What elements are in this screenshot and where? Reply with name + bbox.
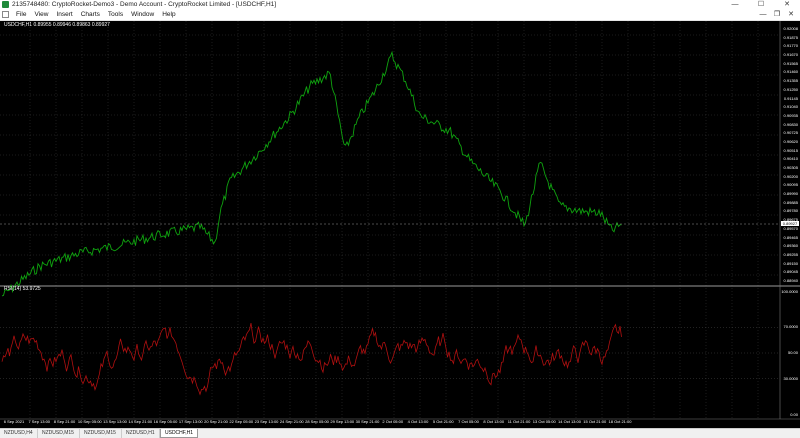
current-price-marker: 0.89927: [781, 221, 799, 226]
rsi-tick-label: 0.00: [790, 412, 798, 417]
price-tick-label: 0.91670: [783, 52, 798, 58]
time-tick-label: 30 Sep 21:00: [355, 419, 380, 424]
time-tick-label: 7 Sep 13:00: [28, 419, 51, 424]
time-tick-label: 2 Oct 05:00: [382, 419, 404, 424]
time-tick-label: 18 Oct 21:00: [608, 419, 632, 424]
time-tick-label: 13 Sep 13:00: [103, 419, 127, 424]
price-tick-label: 0.90095: [783, 182, 798, 188]
chart-window[interactable]: USDCHF,H1 0.89955 0.89946 0.89863 0.8992…: [0, 21, 800, 428]
price-series-line: [1, 50, 622, 297]
time-tick-label: 10 Sep 05:00: [77, 419, 102, 424]
price-tick-label: 0.91460: [783, 69, 798, 75]
price-tick-label: 0.89045: [783, 269, 798, 275]
chart-minimize-button[interactable]: —: [756, 10, 770, 20]
price-tick-label: 0.91250: [783, 86, 798, 92]
time-axis: 6 Sep 2021 7 Sep 13:00 8 Sep 21:00 10 Sep 0…: [0, 419, 780, 428]
time-tick-label: 11 Oct 21:00: [507, 419, 531, 424]
chart-close-button[interactable]: ✕: [784, 10, 798, 20]
time-tick-label: 15 Oct 21:00: [583, 419, 607, 424]
price-tick-label: 0.91355: [783, 78, 798, 84]
price-tick-label: 0.89255: [783, 251, 798, 257]
chart-tab-bar: NZDUSD,H4 NZDUSD,M15 NZDUSD,M15 NZDUSD,H…: [0, 428, 800, 438]
tab-nzdusd-h4[interactable]: NZDUSD,H4: [0, 429, 38, 438]
price-tick-label: 0.89885: [783, 199, 798, 205]
price-tick-label: 0.92008: [783, 26, 798, 31]
menu-insert[interactable]: Insert: [52, 10, 76, 20]
time-tick-label: 6 Sep 2021: [3, 419, 25, 424]
tab-nzdusd-m15-2[interactable]: NZDUSD,M15: [80, 429, 122, 438]
menu-window[interactable]: Window: [127, 10, 158, 20]
price-tick-label: 0.90935: [783, 112, 798, 118]
minimize-button[interactable]: —: [722, 0, 748, 10]
price-tick-label: 0.91875: [783, 34, 798, 40]
menu-charts[interactable]: Charts: [77, 10, 104, 20]
price-tick-label: 0.89990: [783, 191, 798, 197]
price-tick-label: 0.90305: [783, 165, 798, 171]
rsi-indicator-label: RSI(14) 53.9725: [4, 286, 41, 292]
tab-nzdusd-h1[interactable]: NZDUSD,H1: [122, 429, 160, 438]
rsi-tick-label: 30.0000: [783, 375, 798, 381]
price-tick-label: 0.90515: [783, 147, 798, 153]
window-title: 2135748480: CryptoRocket-Demo3 - Demo Ac…: [12, 1, 277, 8]
menu-bar: File View Insert Charts Tools Window Hel…: [0, 10, 800, 21]
price-tick-label: 0.89360: [783, 243, 798, 249]
time-tick-label: 14 Sep 21:00: [128, 419, 153, 424]
title-bar: 2135748480: CryptoRocket-Demo3 - Demo Ac…: [0, 0, 800, 10]
time-tick-label: 8 Oct 13:00: [483, 419, 505, 424]
time-tick-label: 5 Oct 21:00: [432, 419, 454, 424]
time-tick-label: 23 Sep 13:00: [254, 419, 279, 424]
price-tick-label: 0.90725: [783, 130, 798, 136]
maximize-button[interactable]: ☐: [748, 0, 774, 10]
close-button[interactable]: ✕: [774, 0, 800, 10]
price-tick-label: 0.89570: [783, 225, 798, 231]
price-tick-label: 0.91040: [783, 104, 798, 110]
time-tick-label: 20 Sep 21:00: [204, 419, 228, 424]
price-tick-label: 0.89465: [783, 234, 798, 240]
tab-usdchf-h1[interactable]: USDCHF,H1: [160, 429, 198, 438]
price-tick-label: 0.89150: [783, 260, 798, 266]
price-tick-label: 0.91145: [783, 95, 798, 101]
chart-window-icon: [2, 11, 9, 18]
chart-canvas[interactable]: [0, 21, 800, 428]
chart-symbol-label: USDCHF,H1 0.89955 0.89946 0.89863 0.8992…: [4, 22, 110, 28]
time-tick-label: 28 Sep 05:00: [305, 419, 329, 424]
menu-view[interactable]: View: [30, 10, 52, 20]
rsi-series-line: [1, 323, 622, 396]
price-tick-label: 0.89780: [783, 208, 798, 214]
menu-help[interactable]: Help: [158, 10, 179, 20]
time-tick-label: 16 Sep 05:00: [153, 419, 178, 424]
time-tick-label: 22 Sep 05:00: [229, 419, 254, 424]
menu-tools[interactable]: Tools: [104, 10, 127, 20]
time-tick-label: 14 Oct 13:00: [558, 419, 581, 424]
rsi-tick-label: 70.0000: [783, 324, 798, 330]
price-tick-label: 0.88940: [783, 278, 798, 283]
price-tick-label: 0.90830: [783, 121, 798, 127]
time-tick-label: 8 Sep 21:00: [53, 419, 76, 424]
time-tick-label: 24 Sep 21:00: [279, 419, 304, 424]
time-tick-label: 29 Sep 13:00: [330, 419, 355, 424]
time-tick-label: 17 Sep 13:00: [178, 419, 203, 424]
price-tick-label: 0.91565: [783, 60, 798, 66]
time-tick-label: 13 Oct 05:00: [532, 419, 556, 424]
price-tick-label: 0.90200: [783, 173, 798, 179]
price-tick-label: 0.91770: [783, 43, 798, 49]
rsi-tick-label: 100.0000: [781, 289, 798, 294]
price-tick-label: 0.90620: [783, 138, 798, 144]
time-tick-label: 4 Oct 13:00: [407, 419, 429, 424]
tab-nzdusd-m15[interactable]: NZDUSD,M15: [38, 429, 80, 438]
rsi-tick-label: 50.00: [787, 350, 798, 355]
price-tick-label: 0.90410: [783, 156, 798, 162]
time-tick-label: 7 Oct 05:00: [458, 419, 479, 424]
menu-file[interactable]: File: [12, 10, 30, 20]
chart-restore-button[interactable]: ❐: [770, 10, 784, 20]
app-icon: [2, 1, 9, 8]
